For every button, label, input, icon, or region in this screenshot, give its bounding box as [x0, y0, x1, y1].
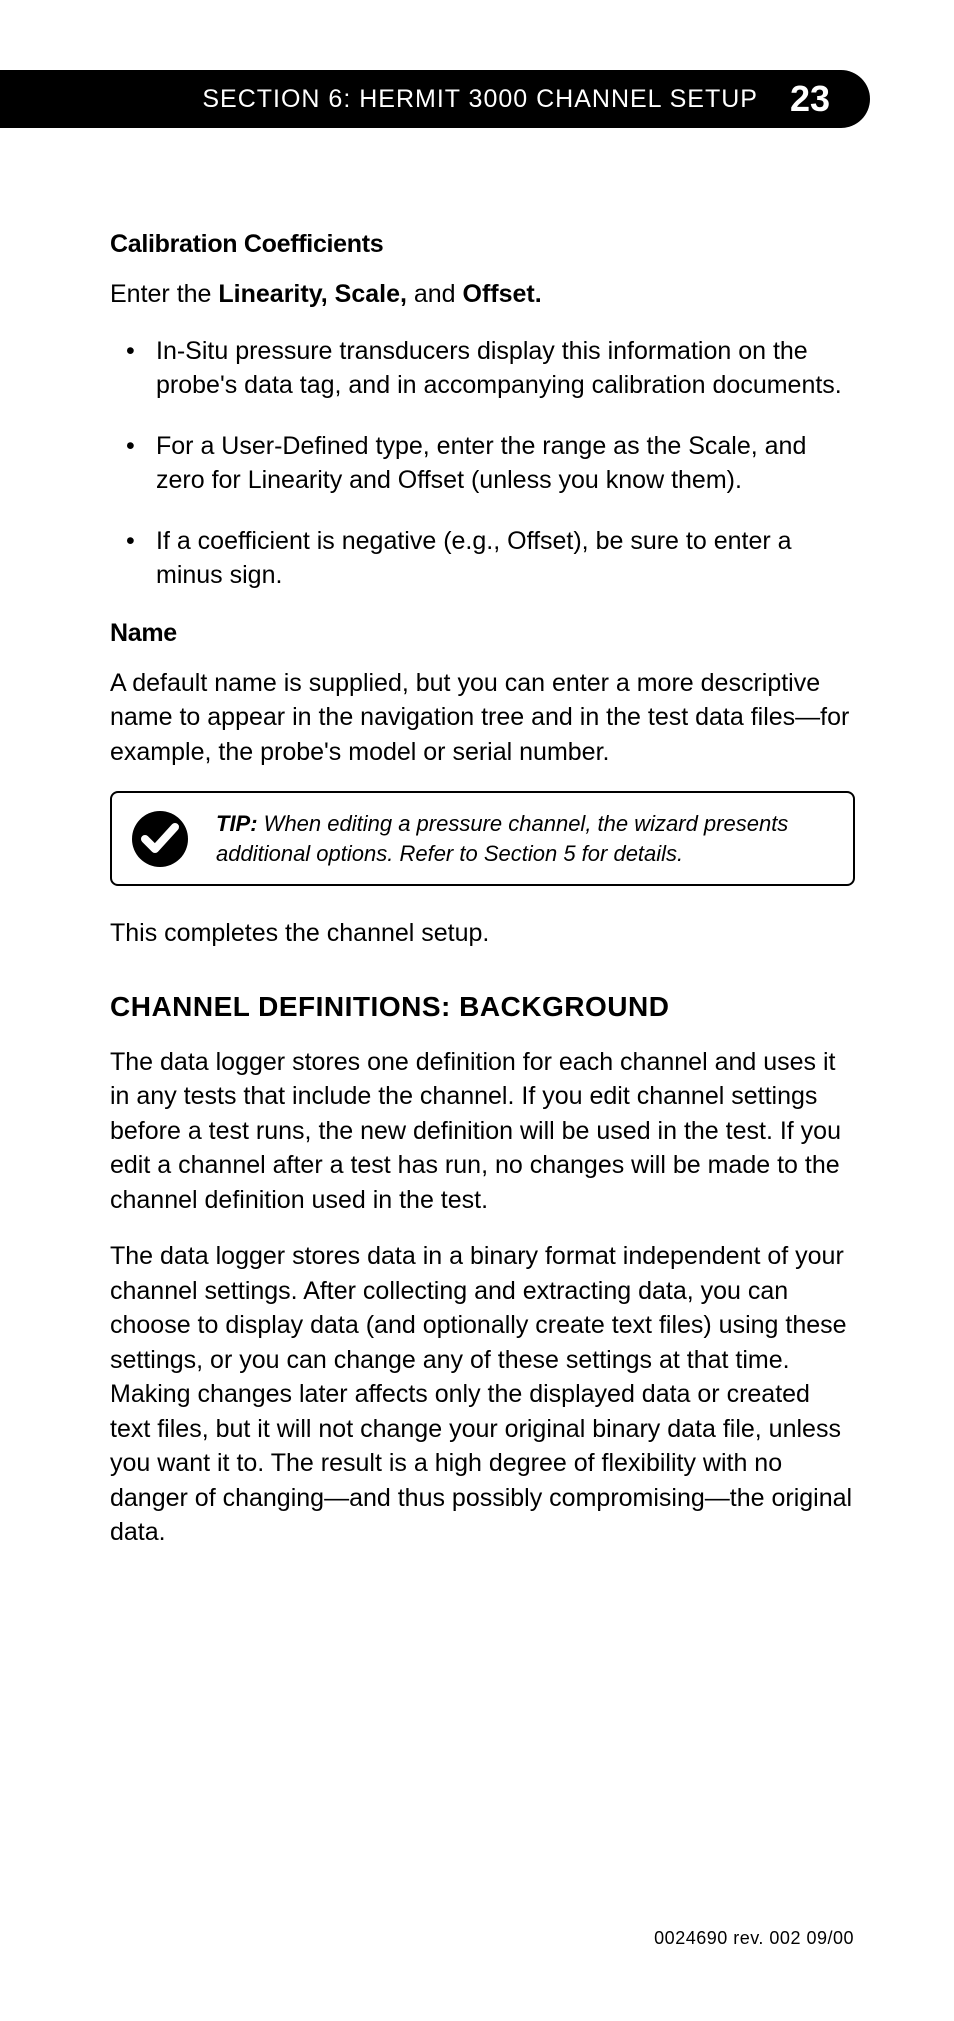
calibration-intro: Enter the Linearity, Scale, and Offset.	[110, 277, 855, 312]
tip-text: TIP: When editing a pressure channel, th…	[216, 809, 833, 868]
text-bold: Offset.	[463, 280, 542, 308]
list-item: If a coefficient is negative (e.g., Offs…	[110, 524, 855, 593]
text-bold: Linearity, Scale,	[218, 280, 407, 308]
page-content: Calibration Coefficients Enter the Linea…	[110, 230, 855, 1572]
list-item: For a User-Defined type, enter the range…	[110, 429, 855, 498]
name-paragraph: A default name is supplied, but you can …	[110, 666, 855, 770]
list-item: In-Situ pressure transducers display thi…	[110, 334, 855, 403]
section-label: SECTION 6: HERMIT 3000 CHANNEL SETUP	[202, 85, 758, 114]
page-header: SECTION 6: HERMIT 3000 CHANNEL SETUP 23	[0, 70, 870, 128]
text-run: and	[407, 280, 463, 308]
name-heading: Name	[110, 619, 855, 648]
channel-definitions-heading: CHANNEL DEFINITIONS: BACKGROUND	[110, 991, 855, 1023]
text-run: Enter the	[110, 280, 218, 308]
page-number: 23	[790, 78, 830, 120]
tip-callout: TIP: When editing a pressure channel, th…	[110, 791, 855, 886]
tip-body: When editing a pressure channel, the wiz…	[216, 811, 788, 866]
definitions-paragraph-2: The data logger stores data in a binary …	[110, 1239, 855, 1550]
footer-revision: 0024690 rev. 002 09/00	[654, 1928, 854, 1949]
calibration-coefficients-heading: Calibration Coefficients	[110, 230, 855, 259]
tip-label: TIP:	[216, 811, 258, 836]
completion-paragraph: This completes the channel setup.	[110, 916, 855, 951]
checkmark-icon	[132, 811, 188, 867]
definitions-paragraph-1: The data logger stores one definition fo…	[110, 1045, 855, 1218]
calibration-bullet-list: In-Situ pressure transducers display thi…	[110, 334, 855, 593]
